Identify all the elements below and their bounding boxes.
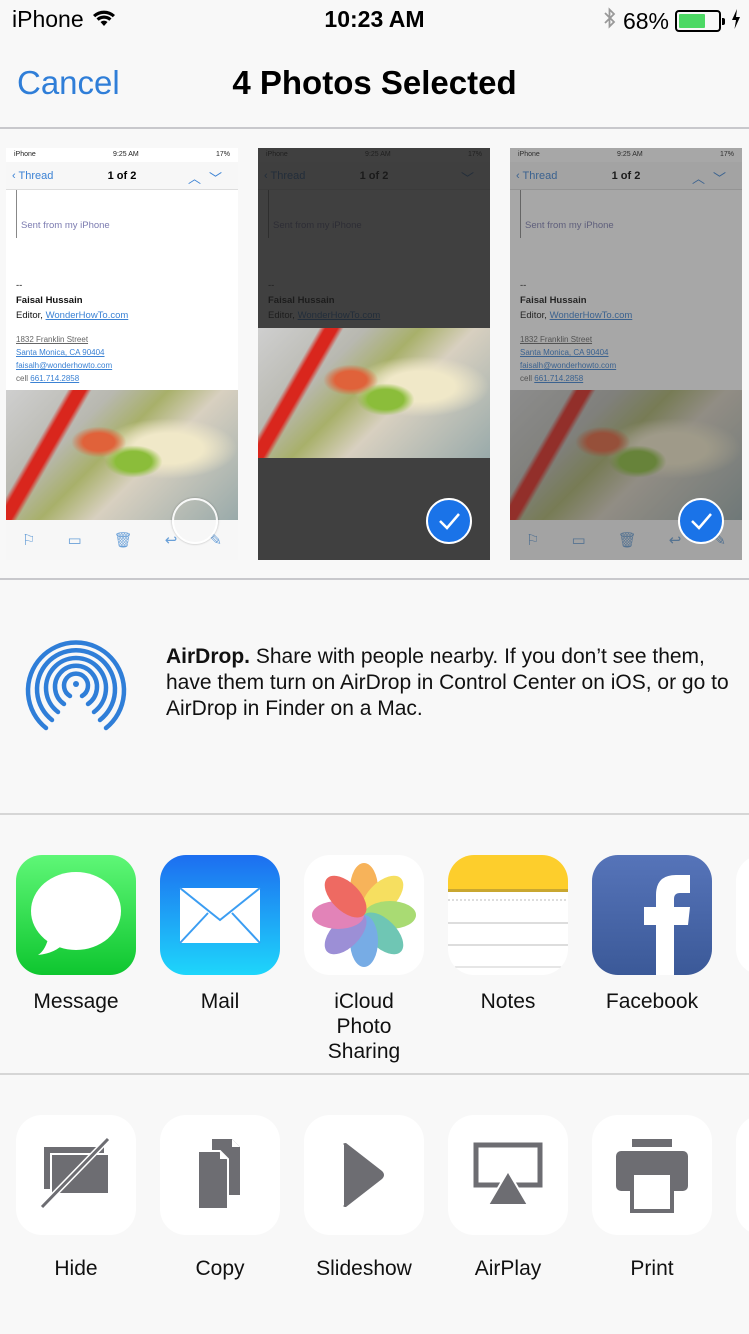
battery-percent: 68% bbox=[622, 7, 669, 34]
share-app-icloud-photo-sharing[interactable]: iCloud Photo Sharing bbox=[304, 855, 424, 1064]
photo-thumbnail[interactable]: iPhone 9:25 AM 17% ‹ Thread 1 of 2 ︿﹀ Se… bbox=[6, 148, 238, 560]
slideshow-icon bbox=[304, 1115, 424, 1235]
share-app-message[interactable]: Message bbox=[16, 855, 136, 1014]
app-label: iCloud Photo Sharing bbox=[304, 989, 424, 1064]
app-label-line2: Photo Sharing bbox=[327, 1015, 401, 1063]
folder-icon: ▭ bbox=[67, 532, 82, 549]
share-app-notes[interactable]: Notes bbox=[448, 855, 568, 1014]
addr-street: 1832 Franklin Street bbox=[16, 335, 89, 344]
addr-email: faisalh@wonderhowto.com bbox=[16, 361, 113, 370]
app-label: Message bbox=[33, 990, 119, 1013]
action-label: Copy bbox=[195, 1257, 245, 1280]
airdrop-description: AirDrop. Share with people nearby. If yo… bbox=[166, 644, 738, 722]
thumb-arrows-icon: ︿﹀ bbox=[187, 171, 230, 186]
addr-cell: 661.714.2858 bbox=[30, 374, 80, 383]
addr-cell-label: cell bbox=[16, 374, 29, 383]
thumb-status-bar: iPhone 9:25 AM 17% bbox=[6, 148, 238, 162]
airplay-icon bbox=[448, 1115, 568, 1235]
app-label: Facebook bbox=[605, 990, 699, 1013]
action-copy[interactable]: Copy bbox=[160, 1115, 280, 1281]
sig-dash: -- bbox=[16, 280, 23, 291]
bluetooth-icon bbox=[603, 6, 617, 36]
page-title: 4 Photos Selected bbox=[232, 64, 517, 101]
sig-name: Faisal Hussain bbox=[16, 295, 83, 306]
selected-check-icon[interactable] bbox=[678, 498, 724, 544]
action-print[interactable]: Print bbox=[592, 1115, 712, 1281]
trash-icon: 🗑︎ bbox=[113, 532, 133, 549]
app-label-line1: iCloud bbox=[334, 990, 394, 1013]
notes-icon bbox=[448, 855, 568, 975]
sig-site: WonderHowTo.com bbox=[45, 310, 129, 321]
addr-city: Santa Monica, CA 90404 bbox=[16, 348, 105, 357]
nav-bar: Cancel 4 Photos Selected bbox=[0, 42, 749, 129]
action-label: Hide bbox=[54, 1257, 98, 1280]
thumb-time: 9:25 AM bbox=[113, 151, 139, 158]
share-apps-row[interactable]: Message Mail iCloud Photo Sharing Notes … bbox=[0, 817, 749, 1075]
thumb-battery: 17% bbox=[215, 151, 230, 158]
mail-icon bbox=[160, 855, 280, 975]
battery-fill bbox=[679, 14, 705, 28]
food-photo bbox=[258, 328, 490, 458]
airdrop-icon bbox=[24, 632, 128, 736]
thumb-signature: -- Faisal Hussain Editor, WonderHowTo.co… bbox=[16, 278, 238, 323]
status-bar: iPhone 10:23 AM 68% bbox=[0, 0, 749, 42]
airdrop-section: AirDrop. Share with people nearby. If yo… bbox=[0, 582, 749, 815]
app-label: Mail bbox=[200, 990, 240, 1013]
photos-icon bbox=[304, 855, 424, 975]
actions-row[interactable]: Hide Copy Slideshow AirPlay Print bbox=[0, 1077, 749, 1334]
thumb-quote: Sent from my iPhone bbox=[16, 190, 238, 238]
thumb-address: 1832 Franklin Street Santa Monica, CA 90… bbox=[16, 333, 238, 385]
thumb-email-body: Sent from my iPhone -- Faisal Hussain Ed… bbox=[6, 190, 238, 385]
message-icon bbox=[16, 855, 136, 975]
copy-icon bbox=[160, 1115, 280, 1235]
unselected-circle-icon[interactable] bbox=[172, 498, 218, 544]
photo-thumbnail[interactable]: iPhone 9:25 AM 17% ‹ Thread 1 of 2 ︿﹀ Se… bbox=[510, 148, 742, 560]
airdrop-body: Share with people nearby. If you don’t s… bbox=[166, 645, 729, 720]
airdrop-title: AirDrop. bbox=[166, 645, 250, 668]
action-hide[interactable]: Hide bbox=[16, 1115, 136, 1281]
photo-thumbnail[interactable]: iPhone 9:25 AM 17% ‹ Thread 1 of 2 ﹀ Sen… bbox=[258, 148, 490, 560]
flag-icon: ⚐ bbox=[22, 532, 36, 549]
selected-check-icon[interactable] bbox=[426, 498, 472, 544]
thumb-carrier: iPhone bbox=[14, 151, 36, 158]
status-right: 68% bbox=[603, 6, 741, 36]
print-icon bbox=[592, 1115, 712, 1235]
share-app-more[interactable] bbox=[736, 855, 749, 975]
app-label: Notes bbox=[480, 990, 536, 1013]
action-label: Slideshow bbox=[316, 1257, 412, 1280]
hide-icon bbox=[16, 1115, 136, 1235]
thumb-nav: ‹ Thread 1 of 2 ︿﹀ bbox=[6, 162, 238, 190]
action-label: AirPlay bbox=[474, 1257, 542, 1280]
photo-strip[interactable]: iPhone 9:25 AM 17% ‹ Thread 1 of 2 ︿﹀ Se… bbox=[0, 130, 749, 580]
battery-tip bbox=[722, 18, 725, 25]
partial-app-icon bbox=[736, 855, 749, 975]
sig-title: Editor, bbox=[16, 310, 43, 321]
action-more[interactable] bbox=[736, 1115, 749, 1235]
charging-icon bbox=[731, 8, 741, 35]
facebook-icon bbox=[592, 855, 712, 975]
action-slideshow[interactable]: Slideshow bbox=[304, 1115, 424, 1281]
share-app-facebook[interactable]: Facebook bbox=[592, 855, 712, 1014]
partial-action-icon bbox=[736, 1115, 749, 1235]
share-app-mail[interactable]: Mail bbox=[160, 855, 280, 1014]
battery-icon bbox=[675, 10, 725, 32]
action-airplay[interactable]: AirPlay bbox=[448, 1115, 568, 1281]
action-label: Print bbox=[630, 1257, 674, 1280]
